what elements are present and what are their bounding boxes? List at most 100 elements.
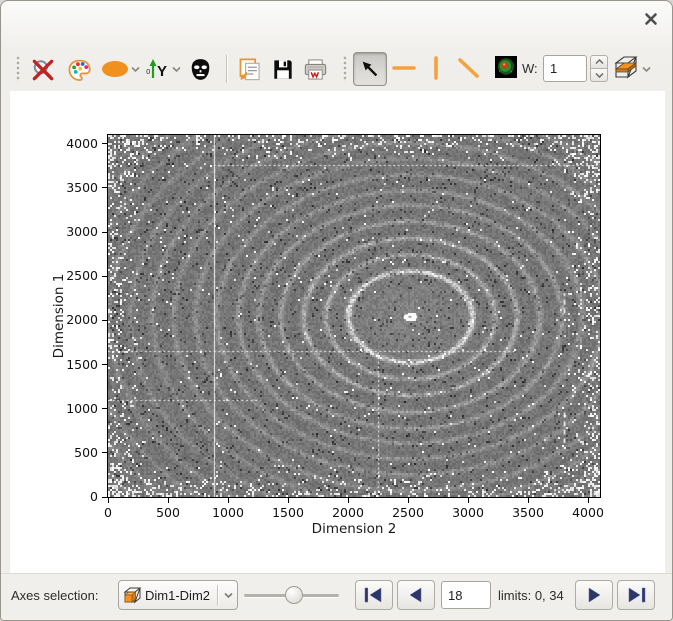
y-tick-label: 0 bbox=[90, 489, 98, 504]
x-tick-mark bbox=[287, 498, 289, 503]
x-axis-label: Dimension 2 bbox=[311, 521, 397, 537]
x-tick-label: 3500 bbox=[512, 505, 544, 520]
orange-dline-icon bbox=[458, 58, 479, 78]
copy-icon bbox=[239, 57, 260, 80]
cube-dropdown-chevron-icon[interactable] bbox=[642, 66, 651, 73]
heatmap-thumbnail-icon bbox=[495, 56, 517, 78]
x-tick-label: 2000 bbox=[332, 505, 364, 520]
y-tick-label: 1500 bbox=[66, 356, 98, 372]
x-tick-mark bbox=[527, 498, 529, 503]
colormap-button[interactable] bbox=[64, 55, 94, 85]
y-tick-mark bbox=[102, 452, 107, 454]
copy-button[interactable] bbox=[234, 54, 264, 84]
y-tick-label: 3000 bbox=[66, 224, 98, 240]
y-axis-dropdown-chevron-icon[interactable] bbox=[172, 66, 181, 73]
frame-number-field[interactable] bbox=[441, 581, 491, 609]
last-frame-icon bbox=[628, 587, 646, 603]
y-tick-label: 1000 bbox=[66, 400, 98, 416]
x-tick-mark bbox=[167, 498, 169, 503]
orange-vline-icon bbox=[434, 56, 438, 80]
y-tick-mark bbox=[102, 496, 107, 498]
x-tick-label: 1500 bbox=[272, 505, 304, 520]
width-spinbox-field[interactable] bbox=[543, 55, 587, 82]
y-tick-mark bbox=[102, 187, 107, 189]
slice-cube-button[interactable] bbox=[612, 55, 640, 81]
overlay-lines-canvas bbox=[108, 135, 600, 497]
zoom-reset-button[interactable] bbox=[28, 55, 58, 85]
vertical-line-button[interactable] bbox=[425, 55, 447, 81]
frame-slider-handle[interactable] bbox=[284, 586, 303, 604]
axes-selection-label: Axes selection: bbox=[11, 588, 99, 603]
orange-hline-icon bbox=[392, 66, 416, 70]
palette-icon bbox=[68, 59, 91, 81]
x-tick-label: 4000 bbox=[572, 505, 604, 520]
y-tick-label: 500 bbox=[74, 444, 98, 460]
width-spin-down-button[interactable] bbox=[590, 68, 608, 82]
ellipse-brush-button[interactable] bbox=[100, 59, 130, 79]
diagonal-line-button[interactable] bbox=[453, 55, 483, 81]
y-tick-mark bbox=[102, 231, 107, 233]
x-tick-mark bbox=[227, 498, 229, 503]
x-tick-mark bbox=[347, 498, 349, 503]
x-tick-label: 0 bbox=[104, 505, 112, 520]
previous-frame-icon bbox=[409, 587, 422, 603]
x-tick-mark bbox=[407, 498, 409, 503]
zoom-reset-icon bbox=[32, 59, 54, 81]
x-tick-label: 2500 bbox=[392, 505, 424, 520]
x-tick-mark bbox=[587, 498, 589, 503]
spin-up-chevron-icon bbox=[594, 59, 604, 65]
x-tick-label: 3000 bbox=[452, 505, 484, 520]
plot-figure: Dimension 2 Dimension 1 0 500 1000 1500 2000… bbox=[10, 91, 665, 573]
print-button[interactable] bbox=[300, 54, 330, 84]
y-tick-label: 2000 bbox=[66, 312, 98, 328]
width-label: W: bbox=[522, 61, 538, 76]
next-frame-icon bbox=[588, 587, 601, 603]
plot-image-area[interactable] bbox=[107, 134, 601, 498]
close-icon bbox=[645, 13, 657, 25]
mask-icon bbox=[191, 58, 209, 80]
y-tick-mark bbox=[102, 275, 107, 277]
y-tick-mark bbox=[102, 143, 107, 145]
bottom-control-bar: Axes selection: Dim1-Dim2 18 limits: 0, … bbox=[1, 573, 672, 620]
axes-selection-combobox[interactable]: Dim1-Dim2 bbox=[118, 580, 238, 610]
close-button[interactable] bbox=[643, 11, 659, 27]
previous-frame-button[interactable] bbox=[397, 580, 435, 610]
toolbar-separator bbox=[226, 55, 228, 83]
first-frame-icon bbox=[364, 587, 382, 603]
toolbar-grip-handle[interactable] bbox=[16, 56, 21, 82]
x-tick-mark bbox=[467, 498, 469, 503]
y-tick-mark bbox=[102, 408, 107, 410]
y-tick-label: 2500 bbox=[66, 268, 98, 284]
axes-combobox-value: Dim1-Dim2 bbox=[145, 587, 210, 603]
y-axis-green-arrow-icon: 0 Y bbox=[146, 59, 167, 80]
combobox-dropdown-button[interactable] bbox=[219, 592, 237, 599]
svg-text:Y: Y bbox=[157, 63, 167, 80]
width-spinbox-buttons bbox=[590, 55, 608, 82]
pointer-select-button[interactable] bbox=[353, 52, 387, 86]
mask-button[interactable] bbox=[185, 54, 215, 84]
last-frame-button[interactable] bbox=[617, 580, 655, 610]
y-axis-direction-button[interactable]: 0 Y bbox=[143, 55, 171, 83]
print-icon bbox=[304, 58, 326, 80]
toolbar-grip-handle-2[interactable] bbox=[343, 56, 348, 82]
y-tick-label: 3500 bbox=[66, 179, 98, 195]
titlebar bbox=[1, 1, 672, 47]
svg-text:0: 0 bbox=[146, 68, 150, 76]
cube-orange-slice-icon bbox=[614, 56, 638, 79]
x-tick-mark bbox=[107, 498, 109, 503]
width-spin-up-button[interactable] bbox=[590, 55, 608, 68]
y-tick-mark bbox=[102, 364, 107, 366]
image-view-button[interactable] bbox=[495, 56, 517, 78]
x-tick-label: 1000 bbox=[212, 505, 244, 520]
first-frame-button[interactable] bbox=[355, 580, 393, 610]
horizontal-line-button[interactable] bbox=[389, 55, 419, 81]
axes-cube-icon bbox=[123, 587, 142, 604]
spin-down-chevron-icon bbox=[594, 72, 604, 78]
save-button[interactable] bbox=[268, 54, 298, 84]
combobox-chevron-icon bbox=[223, 592, 233, 598]
ellipse-dropdown-chevron-icon[interactable] bbox=[131, 66, 140, 73]
limits-text: limits: 0, 34 bbox=[498, 588, 564, 603]
stack-image-window: 0 Y W: 1 Dimension 2 Dimension 1 0 500 1… bbox=[0, 0, 673, 621]
y-tick-label: 4000 bbox=[66, 135, 98, 151]
next-frame-button[interactable] bbox=[575, 580, 613, 610]
